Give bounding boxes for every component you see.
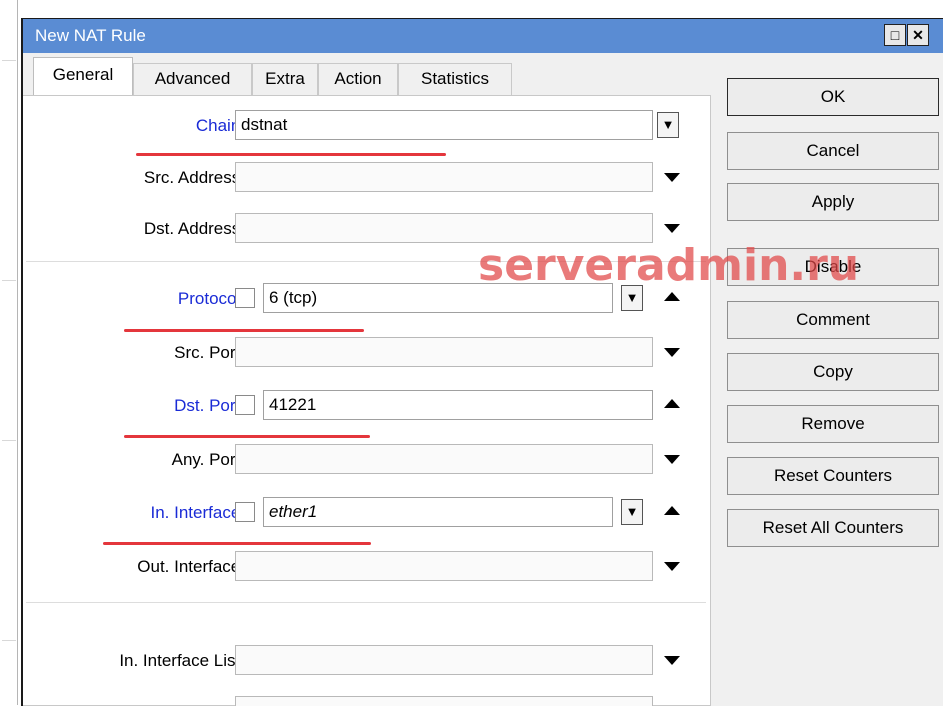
in-interface-negate-checkbox[interactable] [235,502,255,522]
out-interface-input[interactable] [235,551,653,581]
in-interface-label: In. Interface: [150,503,246,522]
comment-button[interactable]: Comment [727,301,939,339]
tab-advanced[interactable]: Advanced [133,63,252,95]
dst-port-negate-checkbox[interactable] [235,395,255,415]
out-interface-row: Out. Interface: [23,551,711,585]
close-icon[interactable]: ✕ [907,24,929,46]
restore-icon[interactable]: □ [884,24,906,46]
in-interface-list-input[interactable] [235,645,653,675]
in-interface-row: In. Interface: ether1 ▼ [23,497,711,531]
any-port-label: Any. Port: [171,450,245,469]
protocol-negate-checkbox[interactable] [235,288,255,308]
tab-bar: General Advanced Extra Action Statistics [23,53,723,96]
in-interface-list-row: In. Interface List: [23,645,711,679]
src-port-expand-icon[interactable] [664,348,680,357]
dst-address-expand-icon[interactable] [664,224,680,233]
general-panel: Chain: dstnat ▼ Src. Address: Dst. Addre… [23,95,711,706]
src-port-input[interactable] [235,337,653,367]
src-address-row: Src. Address: [23,162,711,196]
watermark-logo: serveradmin.ru [478,240,860,291]
annotation-underline [103,542,371,545]
dst-port-input[interactable]: 41221 [263,390,653,420]
dst-address-label: Dst. Address: [143,219,245,238]
reset-counters-button[interactable]: Reset Counters [727,457,939,495]
chain-row: Chain: dstnat ▼ [23,110,711,144]
dst-port-row: Dst. Port: 41221 [23,390,711,424]
in-interface-dropdown-button[interactable]: ▼ [621,499,643,525]
src-address-label: Src. Address: [143,168,245,187]
section-divider [26,602,706,603]
in-interface-collapse-icon[interactable] [664,506,680,515]
any-port-row: Any. Port: [23,444,711,478]
annotation-underline [124,329,364,332]
src-address-input[interactable] [235,162,653,192]
in-interface-input[interactable]: ether1 [263,497,613,527]
nat-rule-dialog: New NAT Rule □ ✕ General Advanced Extra … [21,18,943,706]
tab-statistics[interactable]: Statistics [398,63,512,95]
copy-button[interactable]: Copy [727,353,939,391]
title-bar[interactable]: New NAT Rule □ ✕ [23,19,943,53]
cancel-button[interactable]: Cancel [727,132,939,170]
apply-button[interactable]: Apply [727,183,939,221]
annotation-underline [124,435,370,438]
out-interface-expand-icon[interactable] [664,562,680,571]
chain-dropdown-button[interactable]: ▼ [657,112,679,138]
ok-button[interactable]: OK [727,78,939,116]
window-title: New NAT Rule [35,26,146,45]
out-interface-label: Out. Interface: [137,557,245,576]
dst-port-collapse-icon[interactable] [664,399,680,408]
any-port-input[interactable] [235,444,653,474]
any-port-expand-icon[interactable] [664,455,680,464]
protocol-collapse-icon[interactable] [664,292,680,301]
reset-all-counters-button[interactable]: Reset All Counters [727,509,939,547]
background-window-edge [0,0,20,705]
src-port-row: Src. Port: [23,337,711,371]
dst-address-input[interactable] [235,213,653,243]
tab-extra[interactable]: Extra [252,63,318,95]
chain-input[interactable]: dstnat [235,110,653,140]
tab-action[interactable]: Action [318,63,398,95]
remove-button[interactable]: Remove [727,405,939,443]
in-interface-list-label: In. Interface List: [119,651,245,670]
src-address-expand-icon[interactable] [664,173,680,182]
in-interface-list-expand-icon[interactable] [664,656,680,665]
tab-general[interactable]: General [33,57,133,96]
annotation-underline [136,153,446,156]
